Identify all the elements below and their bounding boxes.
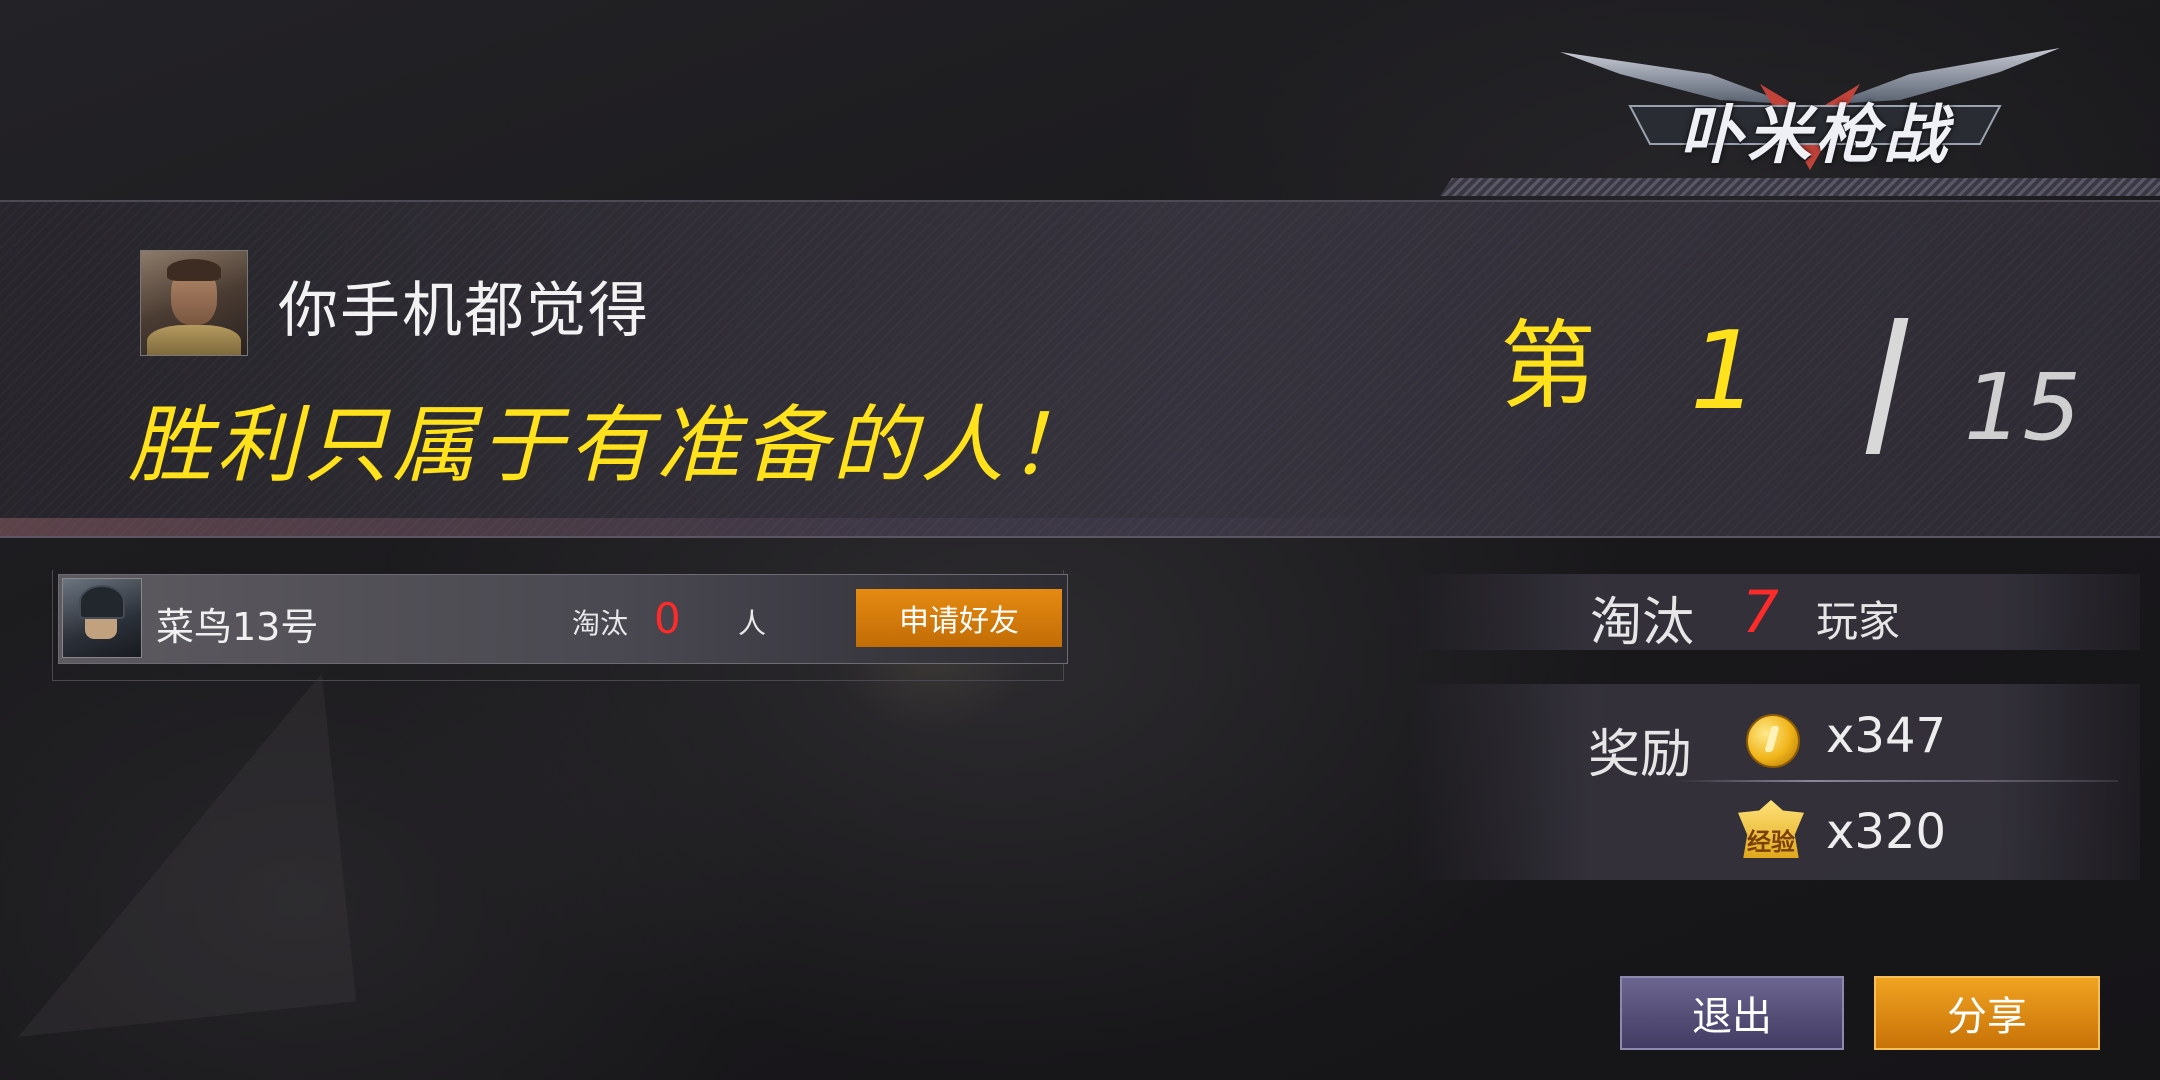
banner-top-strip — [1440, 178, 2160, 196]
share-button[interactable]: 分享 — [1874, 976, 2100, 1050]
elimination-label: 淘汰 — [1590, 593, 1695, 653]
background-shape — [0, 673, 357, 1037]
player-kill-unit: 人 — [738, 607, 767, 640]
player-avatar-large — [140, 250, 248, 356]
player-kill-value: 0 — [654, 594, 681, 643]
player-name: 菜鸟13号 — [156, 605, 319, 649]
rank-position: 1 — [1690, 309, 1759, 434]
elimination-unit: 玩家 — [1816, 597, 1901, 646]
add-friend-button[interactable]: 申请好友 — [856, 589, 1062, 647]
exit-button[interactable]: 退出 — [1620, 976, 1844, 1050]
coin-reward-amount: x347 — [1826, 708, 1947, 764]
player-kill-label: 淘汰 — [572, 607, 629, 640]
headline-line-2: 胜利只属于有准备的人！ — [128, 396, 1097, 494]
headline-line-1: 你手机都觉得 — [278, 276, 650, 346]
player-avatar-small[interactable] — [62, 578, 142, 658]
exp-badge-text: 经验 — [1747, 828, 1795, 856]
reward-label: 奖励 — [1588, 725, 1693, 785]
rank-total: 15 — [1964, 354, 2082, 461]
exp-reward-amount: x320 — [1826, 804, 1947, 860]
rank-prefix: 第 — [1500, 310, 1596, 422]
banner-glow — [0, 518, 1500, 536]
game-logo-text: 卟米枪战 — [1679, 99, 1951, 173]
gold-coin-icon — [1746, 714, 1800, 768]
elimination-value: 7 — [1742, 578, 1779, 646]
reward-divider — [1678, 780, 2118, 782]
